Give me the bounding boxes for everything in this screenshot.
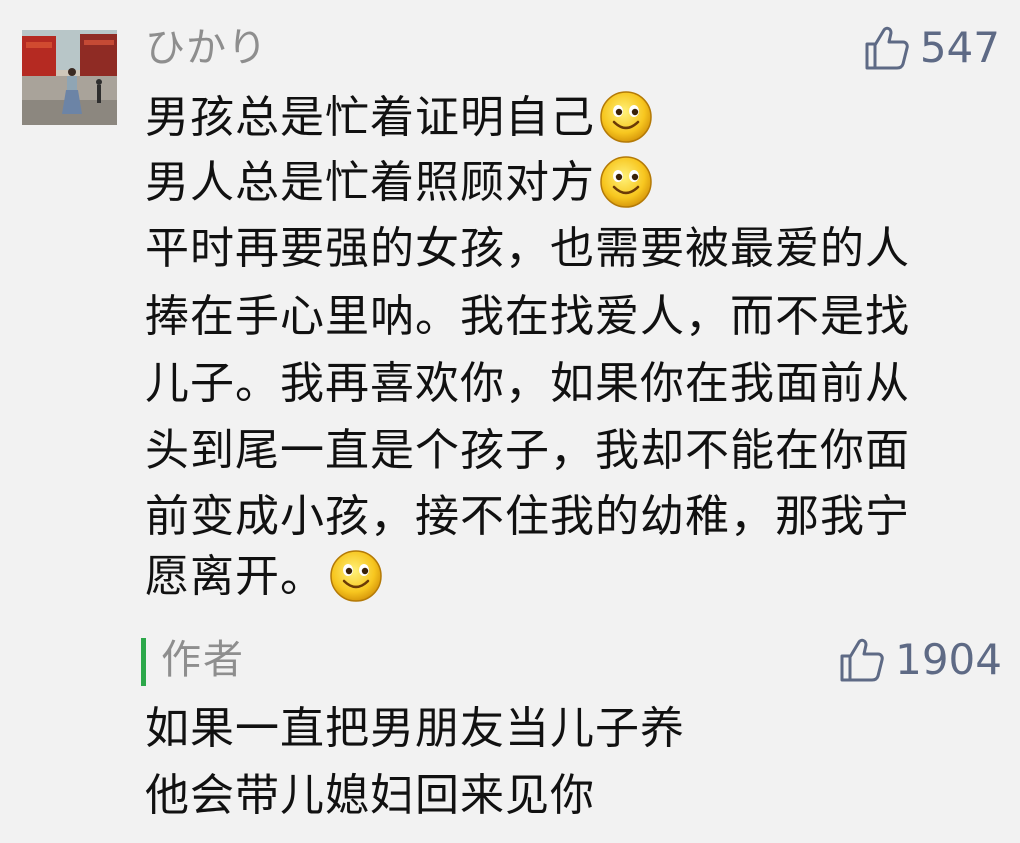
comment-line: 男人总是忙着照顾对方: [145, 156, 653, 212]
comment-text: 男孩总是忙着证明自己: [145, 92, 595, 143]
smiley-emoji-icon: [600, 156, 652, 208]
thumbs-up-icon: [865, 26, 909, 70]
reply-line: 如果一直把男朋友当儿子养: [145, 703, 685, 754]
like-count: 1904: [895, 635, 1002, 684]
comment-line: 捧在手心里呐。我在找爱人，而不是找: [145, 291, 910, 342]
reply-line: 他会带儿媳妇回来见你: [145, 770, 595, 821]
smiley-emoji-icon: [330, 550, 382, 602]
comment-text: 愿离开。: [145, 551, 325, 602]
avatar[interactable]: [22, 30, 117, 125]
commenter-name[interactable]: ひかり: [145, 24, 268, 72]
comment-text: 男人总是忙着照顾对方: [145, 157, 595, 208]
comment-line: 平时再要强的女孩，也需要被最爱的人: [145, 223, 910, 274]
author-label: 作者: [161, 637, 245, 683]
author-reply-marker: [141, 638, 146, 686]
smiley-emoji-icon: [600, 91, 652, 143]
like-button[interactable]: 547: [864, 23, 1000, 73]
comment-line: 男孩总是忙着证明自己: [145, 91, 653, 147]
thumbs-up-icon: [840, 638, 884, 682]
reply-like-button[interactable]: 1904: [839, 635, 1002, 685]
comment-line: 头到尾一直是个孩子，我却不能在你面: [145, 425, 910, 476]
comment-thread: ひかり 547 男孩总是忙着证明自己 男人总是忙着照顾对方 平时再要强的女孩，也…: [0, 0, 1020, 843]
comment-line: 愿离开。: [145, 550, 383, 606]
comment-line: 前变成小孩，接不住我的幼稚，那我宁: [145, 491, 910, 542]
comment-line: 儿子。我再喜欢你，如果你在我面前从: [145, 358, 910, 409]
like-count: 547: [919, 23, 1000, 72]
